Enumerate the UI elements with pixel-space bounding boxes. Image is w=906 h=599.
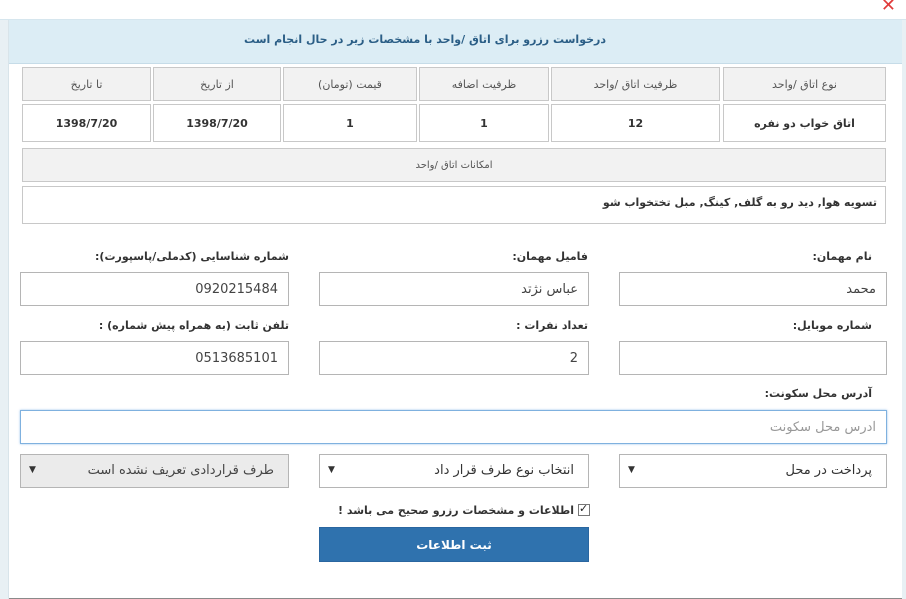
guest-family-label: فامیل مهمان:: [512, 250, 588, 263]
td-price: 1: [283, 104, 417, 142]
td-extra-capacity: 1: [419, 104, 549, 142]
modal-left-edge: [0, 20, 9, 599]
th-to-date: تا تاریخ: [22, 67, 151, 101]
header-title: درخواست رزرو برای اتاق /واحد با مشخصات ز…: [244, 33, 606, 46]
amenities-value: تسویه هوا, دید رو به گلف, کینگ, مبل تختخ…: [22, 186, 886, 224]
landline-input[interactable]: [20, 341, 289, 375]
contract-party-select: طرف قراردادی تعریف نشده است ▼: [20, 454, 289, 488]
confirm-checkbox[interactable]: [578, 502, 590, 516]
confirm-row: اطلاعات و مشخصات رزرو صحیح می باشد !: [338, 501, 590, 519]
caret-down-icon: ▼: [628, 465, 635, 475]
address-label: آدرس محل سکونت:: [764, 387, 872, 400]
landline-label: تلفن ثابت (به همراه پیش شماره) :: [98, 319, 289, 332]
guest-name-input[interactable]: [619, 272, 887, 306]
contract-type-select[interactable]: انتخاب نوع طرف قرار داد ▼: [319, 454, 589, 488]
contract-party-select-value: طرف قراردادی تعریف نشده است: [87, 463, 274, 478]
caret-down-icon: ▼: [29, 465, 36, 475]
payment-select-value: پرداخت در محل: [785, 463, 872, 478]
th-price: قیمت (تومان): [283, 67, 417, 101]
contract-type-select-value: انتخاب نوع طرف قرار داد: [434, 463, 574, 478]
close-icon[interactable]: ✕: [881, 0, 896, 15]
th-from-date: از تاریخ: [153, 67, 281, 101]
reservation-header: درخواست رزرو برای اتاق /واحد با مشخصات ز…: [9, 20, 902, 64]
national-id-input[interactable]: [20, 272, 289, 306]
th-room-capacity: ظرفیت اتاق /واحد: [551, 67, 720, 101]
national-id-label: شماره شناسایی (کدملی/پاسپورت):: [95, 250, 289, 263]
th-extra-capacity: ظرفیت اضافه: [419, 67, 549, 101]
mobile-input[interactable]: [619, 341, 887, 375]
th-room-type: نوع اتاق /واحد: [723, 67, 886, 101]
td-to-date: 1398/7/20: [22, 104, 151, 142]
confirm-checkbox-label: اطلاعات و مشخصات رزرو صحیح می باشد !: [338, 503, 574, 517]
td-from-date: 1398/7/20: [153, 104, 281, 142]
mobile-label: شماره موبایل:: [792, 319, 872, 332]
submit-button[interactable]: ثبت اطلاعات: [319, 527, 589, 562]
guest-name-label: نام مهمان:: [812, 250, 872, 263]
caret-down-icon: ▼: [328, 465, 335, 475]
address-input[interactable]: [20, 410, 887, 444]
payment-select[interactable]: پرداخت در محل ▼: [619, 454, 887, 488]
amenities-header: امکانات اتاق /واحد: [22, 148, 886, 182]
td-room-capacity: 12: [551, 104, 720, 142]
modal-right-edge: [902, 20, 906, 599]
guest-count-input[interactable]: [319, 341, 589, 375]
modal-top-bar: ✕: [0, 0, 906, 20]
td-room-type: اتاق خواب دو نفره: [723, 104, 886, 142]
guest-count-label: تعداد نفرات :: [516, 319, 588, 332]
guest-family-input[interactable]: [319, 272, 589, 306]
